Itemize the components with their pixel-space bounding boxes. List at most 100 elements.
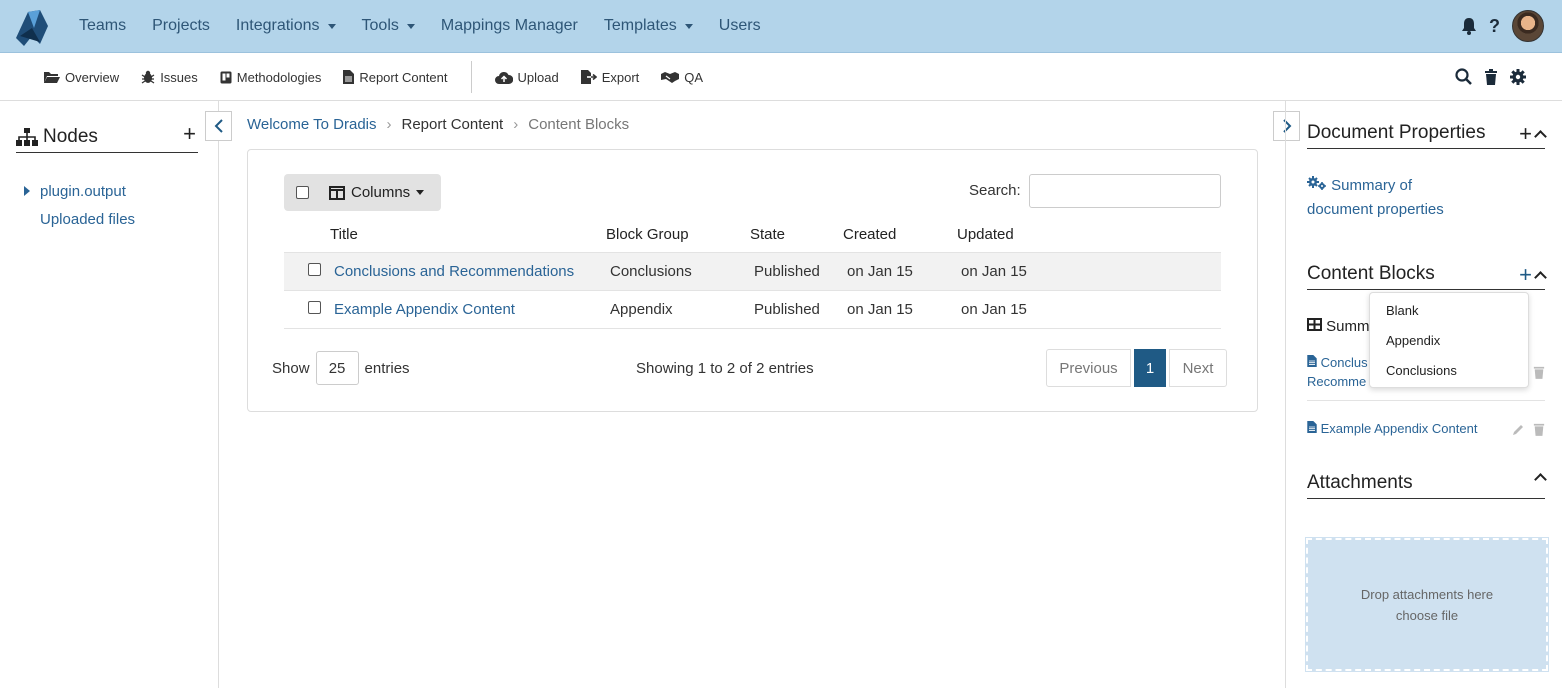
summary-content-blocks[interactable]: Summ — [1307, 315, 1370, 339]
page-length-select[interactable]: 25 — [315, 351, 359, 385]
subnav-issues[interactable]: Issues — [130, 70, 209, 85]
add-content-block-icon[interactable]: + — [1519, 262, 1532, 288]
row-checkbox[interactable] — [308, 300, 321, 314]
page-1-button[interactable]: 1 — [1134, 349, 1166, 387]
menu-item-appendix[interactable]: Appendix — [1370, 325, 1528, 355]
page-length: Show 25 entries — [272, 351, 410, 385]
row-group: Conclusions — [606, 251, 750, 290]
chevron-left-icon — [214, 119, 223, 133]
subnav-upload[interactable]: Upload — [484, 70, 570, 85]
drop-text: Drop attachments here — [1360, 586, 1494, 602]
columns-icon — [329, 185, 345, 200]
add-node-icon[interactable]: + — [183, 121, 196, 147]
header-updated[interactable]: Updated — [957, 218, 1221, 252]
chevron-right-icon: › — [513, 116, 519, 133]
header-created[interactable]: Created — [843, 218, 957, 252]
dradis-logo[interactable] — [10, 6, 52, 48]
header-block-group[interactable]: Block Group — [606, 218, 750, 252]
content-block-link[interactable]: Example Appendix Content — [1307, 419, 1477, 438]
columns-button[interactable]: Columns — [329, 184, 425, 201]
row-group-text: Appendix — [610, 300, 673, 318]
row-select — [284, 251, 330, 290]
user-avatar[interactable] — [1512, 10, 1544, 42]
node-label[interactable]: plugin.output — [40, 183, 126, 200]
row-group-text: Conclusions — [610, 262, 692, 280]
board-icon — [220, 71, 232, 83]
help-icon[interactable]: ? — [1489, 16, 1500, 37]
summary-properties-link[interactable]: Summary of document properties — [1307, 174, 1444, 222]
nav-projects[interactable]: Projects — [139, 17, 223, 35]
attachments-dropzone[interactable]: Drop attachments here choose file — [1305, 537, 1549, 672]
project-toolbar: Overview Issues Methodologies Report Con… — [0, 54, 1562, 101]
bell-icon[interactable] — [1461, 17, 1477, 35]
show-label: Show — [272, 359, 310, 377]
choose-file-link[interactable]: choose file — [1396, 605, 1458, 626]
previous-button[interactable]: Previous — [1046, 349, 1131, 387]
breadcrumb-report-content[interactable]: Report Content — [402, 116, 504, 133]
nav-teams[interactable]: Teams — [66, 17, 139, 35]
row-select — [284, 289, 330, 329]
row-title-link[interactable]: Example Appendix Content — [334, 301, 515, 318]
row-checkbox[interactable] — [308, 262, 321, 276]
columns-label: Columns — [351, 184, 411, 201]
nav-integrations-label: Integrations — [235, 17, 320, 34]
content-block-line-1: Conclus — [1320, 355, 1368, 370]
pencil-icon[interactable] — [1512, 423, 1525, 436]
nav-users[interactable]: Users — [706, 17, 774, 35]
subnav-issues-label: Issues — [160, 69, 198, 85]
table-row: Conclusions and Recommendations Conclusi… — [284, 251, 1221, 290]
search-icon[interactable] — [1455, 68, 1472, 85]
gears-icon — [1307, 176, 1326, 190]
subnav-overview[interactable]: Overview — [33, 70, 130, 85]
summary-line-1: Summary of — [1331, 177, 1413, 194]
collapse-left-button[interactable] — [205, 111, 232, 141]
header-state[interactable]: State — [750, 218, 843, 252]
nav-templates[interactable]: Templates — [591, 17, 706, 35]
chevron-up-icon[interactable] — [1534, 270, 1547, 284]
subnav-export-label: Export — [601, 69, 640, 85]
breadcrumb-home[interactable]: Welcome To Dradis — [247, 116, 377, 133]
node-item[interactable]: plugin.output — [24, 177, 135, 205]
sitemap-icon — [16, 127, 38, 146]
content-blocks-title: Content Blocks — [1307, 262, 1435, 284]
row-title-link[interactable]: Conclusions and Recommendations — [334, 263, 574, 280]
document-properties-title: Document Properties — [1307, 121, 1486, 143]
content-block-line-2: Recomme — [1307, 374, 1367, 389]
chevron-up-icon[interactable] — [1534, 129, 1547, 143]
subnav-qa-label: QA — [684, 69, 704, 85]
next-button[interactable]: Next — [1169, 349, 1227, 387]
add-property-icon[interactable]: + — [1519, 121, 1532, 147]
trash-icon[interactable] — [1533, 365, 1545, 379]
content-blocks-card: Columns Search: Title Block Group State … — [247, 149, 1258, 412]
subnav-methodologies[interactable]: Methodologies — [209, 70, 333, 85]
breadcrumb-current: Content Blocks — [528, 116, 630, 133]
content-block-link[interactable]: Conclus Recomme — [1307, 353, 1368, 391]
gear-icon[interactable] — [1510, 68, 1526, 85]
nav-mappings-manager[interactable]: Mappings Manager — [428, 17, 591, 35]
subnav-qa[interactable]: QA — [650, 70, 714, 85]
content-blocks-table: Title Block Group State Created Updated … — [284, 218, 1221, 329]
subnav-report-content[interactable]: Report Content — [332, 70, 458, 85]
node-label[interactable]: Uploaded files — [40, 211, 135, 228]
select-all-checkbox[interactable] — [296, 186, 309, 199]
row-group: Appendix — [606, 289, 750, 329]
subnav-export[interactable]: Export — [570, 70, 651, 85]
attachments-header: Attachments — [1307, 467, 1547, 499]
row-created: on Jan 15 — [843, 289, 957, 329]
nav-tools[interactable]: Tools — [349, 17, 428, 35]
trash-icon[interactable] — [1533, 422, 1545, 436]
menu-item-blank[interactable]: Blank — [1370, 295, 1528, 325]
chevron-up-icon[interactable] — [1534, 473, 1547, 486]
trash-icon[interactable] — [1484, 68, 1498, 85]
nodes-tree: plugin.output Uploaded files — [24, 177, 135, 233]
menu-item-conclusions[interactable]: Conclusions — [1370, 355, 1528, 385]
node-item[interactable]: Uploaded files — [24, 205, 135, 233]
nav-tools-label: Tools — [361, 17, 399, 34]
table-header-row: Title Block Group State Created Updated — [284, 218, 1221, 252]
file-text-icon — [1307, 421, 1317, 433]
search-input[interactable] — [1029, 174, 1221, 208]
attachments-title: Attachments — [1307, 471, 1413, 493]
nav-integrations[interactable]: Integrations — [223, 17, 349, 35]
header-title[interactable]: Title — [330, 218, 606, 252]
caret-right-icon[interactable] — [24, 186, 30, 196]
